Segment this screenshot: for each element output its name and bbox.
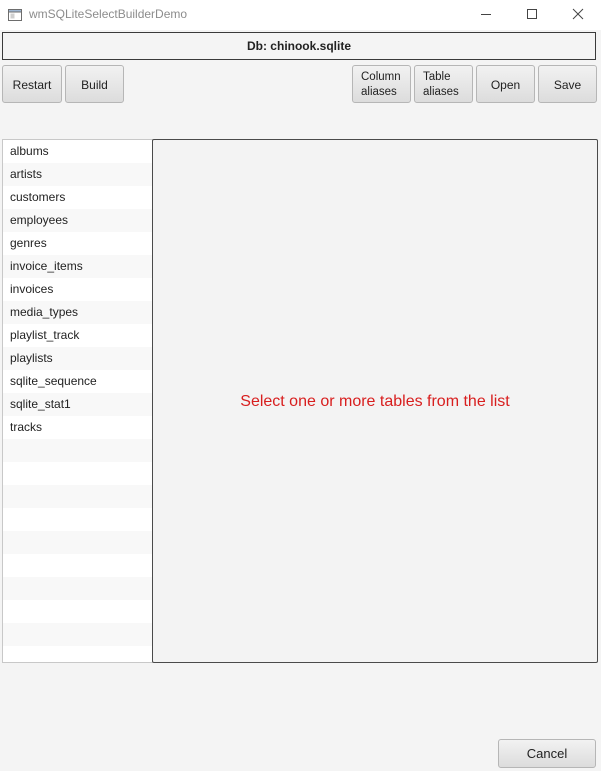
close-button[interactable] [555,0,601,30]
empty-list-row [3,646,152,662]
table-list-item[interactable]: customers [3,186,152,209]
app-window: wmSQLiteSelectBuilderDemo Db: chinook.sq… [0,0,604,771]
empty-list-row [3,623,152,646]
table-list-item[interactable]: playlist_track [3,324,152,347]
column-aliases-label-line1: Column [361,71,401,83]
empty-list-row [3,462,152,485]
close-icon [572,8,584,20]
table-aliases-button[interactable]: Table aliases [414,65,473,103]
title-bar[interactable]: wmSQLiteSelectBuilderDemo [0,0,604,30]
table-aliases-label-line2: aliases [423,86,459,98]
table-list-item[interactable]: sqlite_sequence [3,370,152,393]
save-button[interactable]: Save [538,65,597,103]
table-list-item[interactable]: albums [3,140,152,163]
table-list-item[interactable]: employees [3,209,152,232]
table-list-item[interactable]: invoice_items [3,255,152,278]
table-list-item[interactable]: artists [3,163,152,186]
table-list-item[interactable]: tracks [3,416,152,439]
minimize-icon [481,14,491,15]
restart-button[interactable]: Restart [2,65,62,103]
table-list-item[interactable]: media_types [3,301,152,324]
maximize-button[interactable] [509,0,555,30]
table-aliases-label-line1: Table [423,71,451,83]
app-window-icon [8,8,22,21]
table-list-item[interactable]: sqlite_stat1 [3,393,152,416]
database-label: Db: chinook.sqlite [2,32,596,60]
empty-list-row [3,600,152,623]
empty-state-message: Select one or more tables from the list [240,393,510,410]
column-aliases-label-line2: aliases [361,86,397,98]
table-list-item[interactable]: playlists [3,347,152,370]
empty-list-row [3,577,152,600]
table-list[interactable]: albums artists customers employees genre… [2,139,153,663]
maximize-icon [527,9,537,19]
build-button[interactable]: Build [65,65,124,103]
minimize-button[interactable] [463,0,509,30]
empty-list-row [3,531,152,554]
query-builder-panel: Select one or more tables from the list [152,139,598,663]
empty-list-row [3,439,152,462]
empty-list-row [3,554,152,577]
empty-list-row [3,508,152,531]
empty-list-row [3,485,152,508]
table-list-item[interactable]: genres [3,232,152,255]
open-button[interactable]: Open [476,65,535,103]
table-list-item[interactable]: invoices [3,278,152,301]
window-title: wmSQLiteSelectBuilderDemo [29,7,188,21]
column-aliases-button[interactable]: Column aliases [352,65,411,103]
cancel-button[interactable]: Cancel [498,739,596,768]
